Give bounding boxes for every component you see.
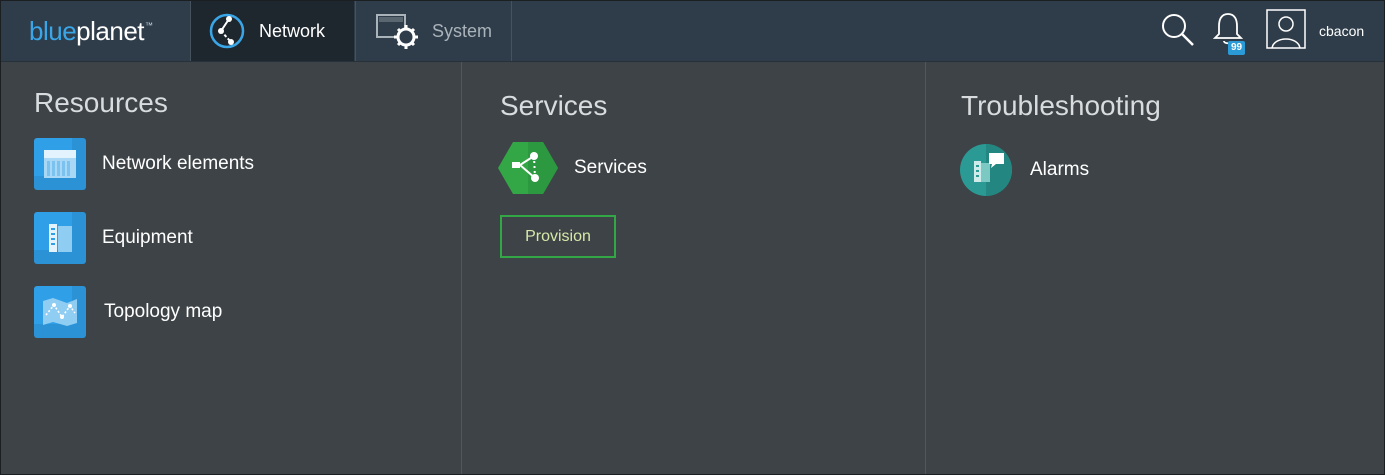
user-avatar-icon (1266, 8, 1306, 54)
network-elements-label: Network elements (102, 153, 255, 174)
troubleshooting-item-alarms[interactable]: Alarms (960, 144, 1089, 196)
equipment-label: Equipment (102, 227, 193, 248)
username-label[interactable]: cbacon (1319, 1, 1364, 61)
services-heading: Services (500, 90, 608, 121)
bell-icon: 99 (1212, 11, 1248, 55)
alarms-icon (960, 144, 1012, 196)
troubleshooting-heading: Troubleshooting (961, 90, 1161, 121)
resources-heading: Resources (34, 87, 168, 118)
resource-item-equipment[interactable]: Equipment (34, 212, 193, 264)
tab-system[interactable]: System (355, 1, 512, 61)
topology-map-icon (34, 286, 86, 338)
top-navigation-bar: blue planet ™ Network System 99 cbacon (1, 1, 1384, 62)
search-button[interactable] (1159, 1, 1195, 61)
services-label: Services (574, 157, 647, 178)
resource-item-topology-map[interactable]: Topology map (34, 286, 222, 338)
notifications-button[interactable]: 99 (1212, 1, 1248, 61)
tab-network-label: Network (259, 20, 326, 41)
user-avatar-button[interactable] (1266, 1, 1306, 61)
tab-system-label: System (432, 20, 493, 41)
logo-trademark: ™ (145, 20, 153, 30)
equipment-icon (34, 212, 86, 264)
services-share-icon (498, 141, 558, 195)
service-item-services[interactable]: Services (498, 141, 647, 195)
notification-count-badge: 99 (1228, 41, 1246, 55)
logo-text-blue: blue (29, 15, 77, 46)
resources-panel: Resources Network elements Equipment Top… (1, 62, 462, 474)
network-elements-icon (34, 138, 86, 190)
services-panel: Services Services Provision (462, 62, 926, 474)
network-topology-icon (209, 13, 245, 49)
alarms-label: Alarms (1030, 159, 1090, 180)
tab-network[interactable]: Network (190, 1, 354, 61)
system-gear-icon (376, 13, 418, 49)
search-icon (1159, 11, 1195, 52)
troubleshooting-panel: Troubleshooting Alarms (926, 62, 1384, 474)
resource-item-network-elements[interactable]: Network elements (34, 138, 254, 190)
topology-map-label: Topology map (104, 301, 223, 322)
provision-button[interactable]: Provision (500, 215, 616, 258)
logo-text-planet: planet (76, 15, 144, 46)
blueplanet-logo[interactable]: blue planet ™ (1, 1, 189, 61)
